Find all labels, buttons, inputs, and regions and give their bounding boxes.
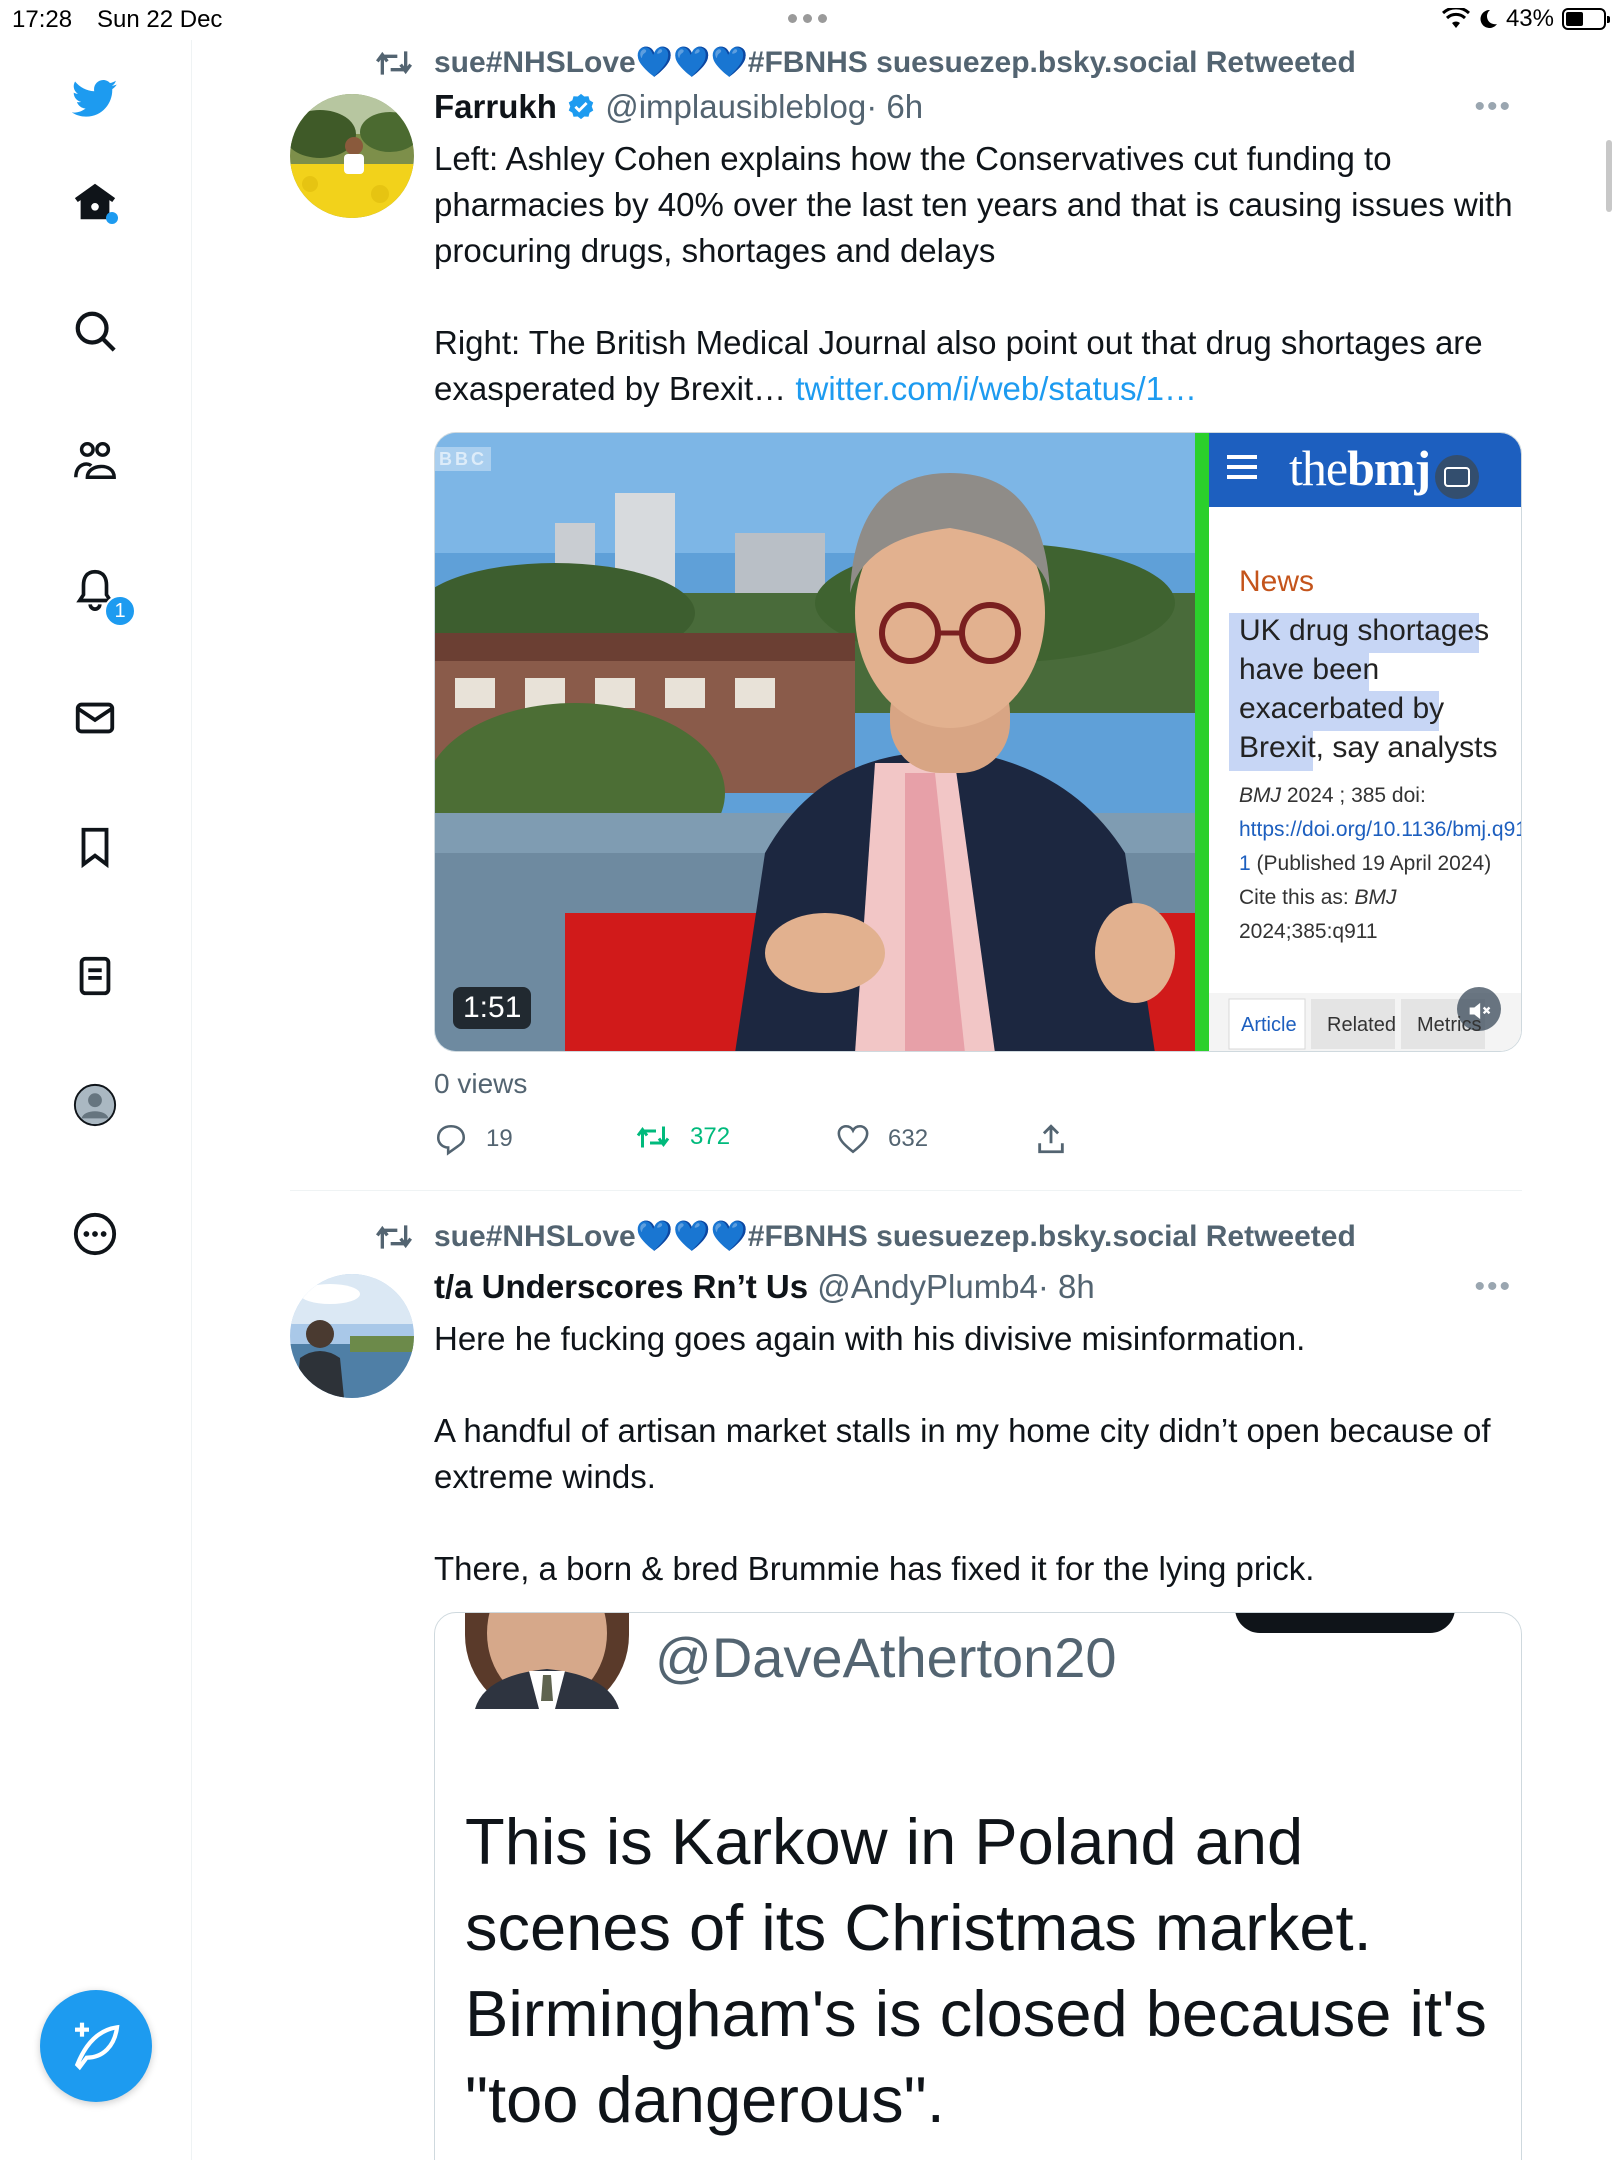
bbc-logo: BBC (439, 449, 487, 469)
bmj-headline: UK drug shortages have been exacerbated … (1239, 614, 1498, 764)
tweet-text-paragraph: There, a born & bred Brummie has fixed i… (434, 1550, 1315, 1587)
tweet-text: Here he fucking goes again with his divi… (434, 1316, 1534, 1592)
status-date: Sun 22 Dec (97, 6, 223, 33)
avatar[interactable] (290, 94, 414, 218)
bmj-tab-article: Article (1241, 1014, 1297, 1036)
multitasking-dots-icon[interactable] (788, 14, 827, 23)
quoted-handle: @DaveAtherton20 (655, 1626, 1117, 1689)
compose-tweet-button[interactable] (40, 1990, 152, 2102)
retweet-icon (636, 1126, 670, 1148)
profile-avatar-icon[interactable] (63, 1073, 127, 1137)
tweet-text-paragraph: Right: The British Medical Journal also … (434, 324, 1483, 407)
communities-icon[interactable] (63, 428, 127, 492)
tweet-time[interactable]: · 6h (866, 88, 923, 125)
compose-feather-icon (74, 2022, 120, 2071)
tweet-more-options-icon[interactable]: ••• (1474, 1270, 1512, 1304)
status-time: 17:28 (12, 6, 73, 33)
tweet-header: t/a Underscores Rn’t Us @AndyPlumb4· 8h (434, 1268, 1095, 1306)
bmj-tab-related: Related (1327, 1014, 1396, 1036)
caption-icon[interactable] (1443, 466, 1471, 488)
status-bar: 17:28 Sun 22 Dec 43% (0, 0, 1620, 40)
author-name[interactable]: t/a Underscores Rn’t Us (434, 1268, 808, 1305)
bmj-section-label: News (1239, 565, 1315, 598)
scroll-indicator[interactable] (1606, 140, 1612, 212)
twitter-logo-icon[interactable] (63, 66, 127, 130)
tweet-text: Left: Ashley Cohen explains how the Cons… (434, 136, 1534, 412)
battery-icon (1562, 8, 1610, 30)
lists-icon[interactable] (63, 944, 127, 1008)
retweet-count: 372 (690, 1123, 731, 1150)
tweet-time[interactable]: · 8h (1038, 1268, 1095, 1305)
avatar[interactable] (290, 1274, 414, 1398)
retweet-icon (376, 51, 412, 75)
author-handle[interactable]: @implausibleblog (605, 88, 866, 125)
tweet-image[interactable]: @DaveAtherton20 This is Karkow in Poland… (434, 1612, 1522, 2160)
retweet-button[interactable]: 372 (634, 1122, 730, 1152)
moon-icon (1480, 9, 1497, 28)
tweet-text-paragraph: Here he fucking goes again with his divi… (434, 1320, 1306, 1357)
view-count: 0 views (434, 1068, 528, 1099)
video-duration: 1:51 (453, 987, 532, 1029)
like-count: 632 (888, 1125, 929, 1152)
retweet-context-label[interactable]: sue#NHSLove💙💙💙#FBNHS suesuezep.bsky.soci… (434, 45, 1356, 80)
reply-icon (436, 1124, 466, 1156)
heart-icon (837, 1124, 869, 1154)
home-icon[interactable] (63, 170, 127, 234)
messages-envelope-icon[interactable] (63, 686, 127, 750)
share-button[interactable] (1034, 1122, 1068, 1156)
quoted-avatar (465, 1613, 629, 1709)
quoted-text: This is Karkow in Poland and scenes of i… (465, 1805, 1487, 2136)
home-unread-dot (106, 212, 118, 224)
author-handle[interactable]: @AndyPlumb4 (817, 1268, 1038, 1305)
sidebar-nav: 1 (0, 40, 192, 2160)
tweet-text-paragraph: A handful of artisan market stalls in my… (434, 1412, 1491, 1495)
bookmarks-icon[interactable] (63, 815, 127, 879)
tweet-video[interactable]: BBC 1:51 thebmj News UK drug shortages h… (434, 432, 1522, 1052)
tweet-actions: 19 372 632 (434, 1122, 1134, 1162)
wifi-icon (1441, 8, 1470, 28)
verified-badge-icon (568, 93, 594, 120)
tweet-more-options-icon[interactable]: ••• (1474, 90, 1512, 124)
bmj-citation: BMJ 2024 ; 385 doi: https://doi.org/10.1… (1239, 779, 1521, 949)
tweet-link[interactable]: twitter.com/i/web/status/1… (795, 370, 1197, 407)
retweet-context-label[interactable]: sue#NHSLove💙💙💙#FBNHS suesuezep.bsky.soci… (434, 1219, 1356, 1254)
reply-count: 19 (486, 1125, 513, 1152)
more-menu-icon[interactable] (63, 1202, 127, 1266)
bmj-logo: thebmj (1289, 440, 1431, 496)
tweet-header: Farrukh @implausibleblog· 6h (434, 88, 923, 126)
author-name[interactable]: Farrukh (434, 88, 557, 125)
reply-button[interactable]: 19 (434, 1122, 513, 1156)
mute-speaker-icon[interactable] (1465, 997, 1493, 1025)
retweet-icon (376, 1225, 412, 1249)
dark-pill (1235, 1613, 1455, 1633)
like-button[interactable]: 632 (836, 1122, 928, 1156)
tweet-divider (290, 1190, 1522, 1191)
share-icon (1038, 1124, 1064, 1154)
search-icon[interactable] (63, 299, 127, 363)
tweet-text-paragraph: Left: Ashley Cohen explains how the Cons… (434, 140, 1513, 269)
notifications-badge: 1 (104, 595, 136, 627)
battery-percent: 43% (1505, 5, 1554, 32)
